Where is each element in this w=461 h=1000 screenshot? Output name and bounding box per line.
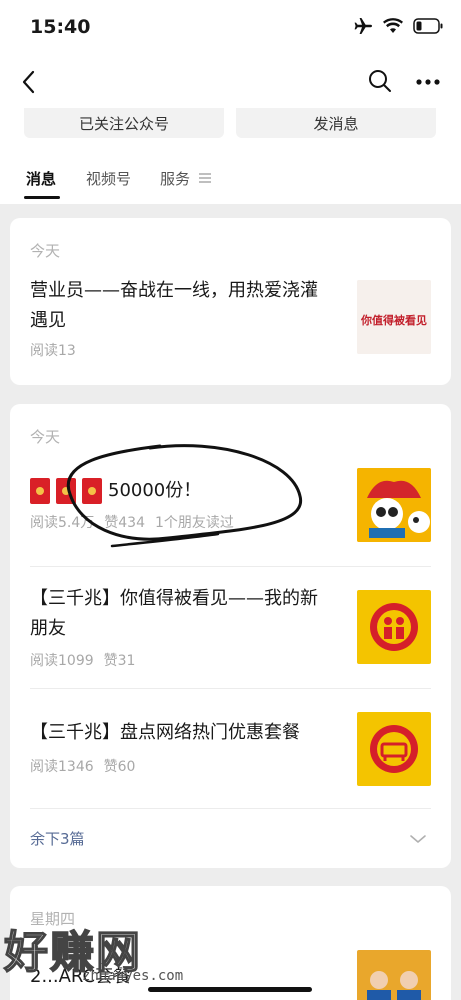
chevron-down-icon[interactable] <box>409 834 427 844</box>
message-card: 今天 50000份！ 阅读5.4万 赞434 1个朋友读过 【三千兆】你值得被看见—… <box>10 404 451 868</box>
wifi-icon <box>383 18 403 33</box>
message-date: 今天 <box>30 242 61 260</box>
airplane-icon <box>354 18 372 34</box>
article-title: 营业员——奋战在一线，用热爱浇灌遇见 <box>30 280 318 331</box>
navigation-bar <box>0 56 461 108</box>
article-meta: 阅读1099 赞31 <box>30 650 145 670</box>
read-count: 阅读1346 <box>30 759 94 775</box>
send-message-button[interactable]: 发消息 <box>236 108 436 138</box>
message-card: 今天 营业员——奋战在一线，用热爱浇灌遇见 阅读13 你值得被看见 <box>10 218 451 385</box>
divider <box>30 808 431 809</box>
site-watermark-url: zhuanyes.com <box>82 968 184 984</box>
back-icon[interactable] <box>16 68 44 96</box>
sofa-badge-image <box>357 712 431 786</box>
status-bar: 15:40 <box>0 0 461 56</box>
tab-channels[interactable]: 视频号 <box>86 168 131 189</box>
article-title: 【三千兆】盘点网络热门优惠套餐 <box>30 722 300 743</box>
like-count: 赞31 <box>103 653 136 669</box>
mascot-badge-image <box>357 590 431 664</box>
battery-icon <box>413 18 443 34</box>
tab-services[interactable]: 服务 <box>160 168 190 189</box>
thumbnail-text: 你值得被看见 <box>360 313 427 327</box>
panda-mascot-image <box>357 468 431 542</box>
article-thumbnail <box>357 712 431 786</box>
divider <box>30 688 431 689</box>
handwritten-circle-annotation <box>66 444 303 548</box>
account-actions: 已关注公众号 发消息 <box>0 108 461 152</box>
red-envelope-icon <box>30 478 50 504</box>
tab-messages[interactable]: 消息 <box>26 168 56 189</box>
article-meta: 阅读1346 赞60 <box>30 756 145 776</box>
status-icons <box>353 17 443 35</box>
tab-bar: 消息 视频号 服务 <box>0 152 461 204</box>
staff-photo-image <box>357 950 431 1000</box>
home-indicator <box>148 987 312 992</box>
remaining-articles-link[interactable]: 余下3篇 <box>30 828 85 849</box>
article-meta: 阅读13 <box>30 340 86 360</box>
read-count: 阅读1099 <box>30 653 94 669</box>
search-icon[interactable] <box>367 68 393 94</box>
status-time: 15:40 <box>30 16 91 38</box>
thumbnail-art: 你值得被看见 <box>357 280 431 354</box>
article-title: 【三千兆】你值得被看见——我的新朋友 <box>30 588 318 639</box>
article-thumbnail <box>357 468 431 542</box>
divider <box>30 566 431 567</box>
article-thumbnail: 你值得被看见 <box>357 280 431 354</box>
article-thumbnail <box>357 590 431 664</box>
article-thumbnail <box>357 950 431 1000</box>
more-icon[interactable] <box>415 72 441 92</box>
read-count: 阅读13 <box>30 343 76 359</box>
like-count: 赞60 <box>103 759 136 775</box>
followed-account-button[interactable]: 已关注公众号 <box>24 108 224 138</box>
tab-underline <box>24 196 60 199</box>
menu-icon[interactable] <box>198 171 212 185</box>
